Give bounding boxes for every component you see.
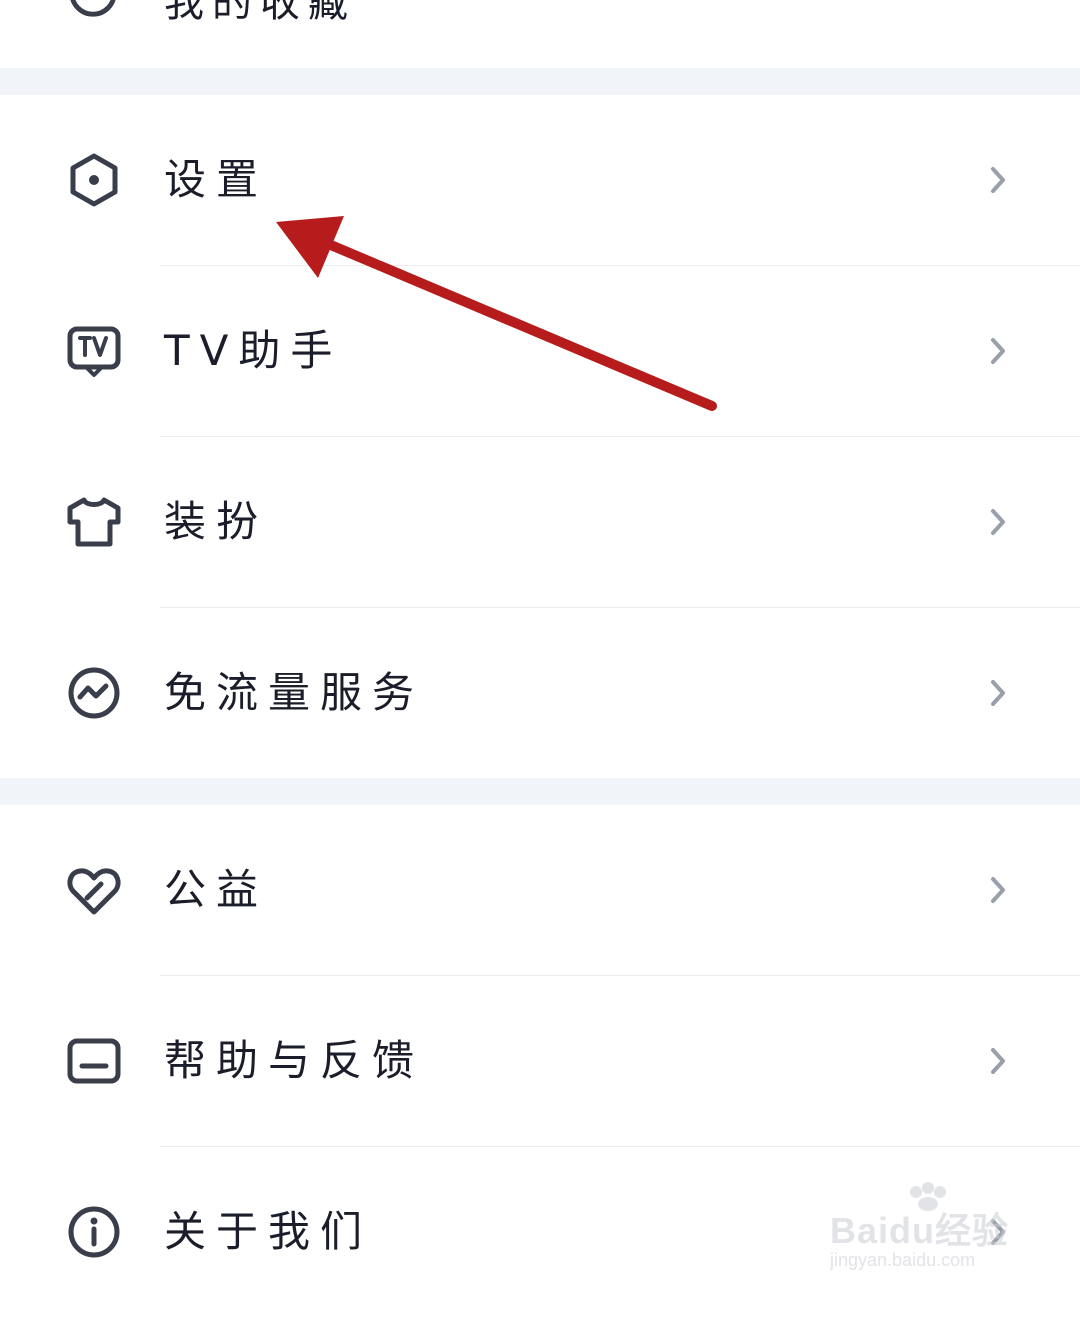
- menu-item-settings[interactable]: 设置: [0, 95, 1080, 265]
- menu-item-label: 装扮: [164, 497, 269, 546]
- menu-item-help-feedback[interactable]: 帮助与反馈: [0, 976, 1080, 1146]
- menu-item-label: 关于我们: [164, 1207, 373, 1256]
- menu-item-label: 帮助与反馈: [164, 1036, 425, 1085]
- tshirt-icon: [67, 497, 121, 547]
- menu-item-charity[interactable]: 公益: [0, 805, 1080, 975]
- section-gap: [0, 68, 1080, 95]
- baidu-watermark: Baidu经验 jingyan.baidu.com: [828, 1182, 1028, 1278]
- menu-item-dress-up[interactable]: 装扮: [0, 437, 1080, 607]
- watermark-brand: Baidu经验: [830, 1210, 1010, 1251]
- feedback-message-icon: [67, 1038, 121, 1084]
- menu-item-label: 设置: [164, 155, 269, 204]
- section-gap: [0, 778, 1080, 805]
- menu-item-tv-assistant[interactable]: TV助手: [0, 266, 1080, 436]
- watermark-url: jingyan.baidu.com: [830, 1250, 976, 1270]
- partial-row-label: 我的收藏: [164, 0, 356, 26]
- data-wave-icon: [68, 667, 120, 719]
- settings-hexagon-icon: [70, 153, 118, 207]
- chevron-right-icon: [991, 1048, 1005, 1074]
- chevron-right-icon: [991, 167, 1005, 193]
- info-icon: [68, 1206, 120, 1258]
- top-partial-row[interactable]: 我的收藏: [0, 0, 1080, 68]
- menu-item-label: 公益: [164, 865, 269, 914]
- charity-heart-icon: [67, 868, 121, 915]
- partial-icon: [70, 0, 116, 17]
- chevron-right-icon: [991, 338, 1005, 364]
- chevron-right-icon: [991, 509, 1005, 535]
- chevron-right-icon: [991, 877, 1005, 903]
- menu-item-label: TV助手: [164, 326, 343, 375]
- menu-item-label: 免流量服务: [164, 668, 425, 717]
- tv-icon: [67, 326, 121, 377]
- chevron-right-icon: [991, 680, 1005, 706]
- menu-item-free-data[interactable]: 免流量服务: [0, 608, 1080, 778]
